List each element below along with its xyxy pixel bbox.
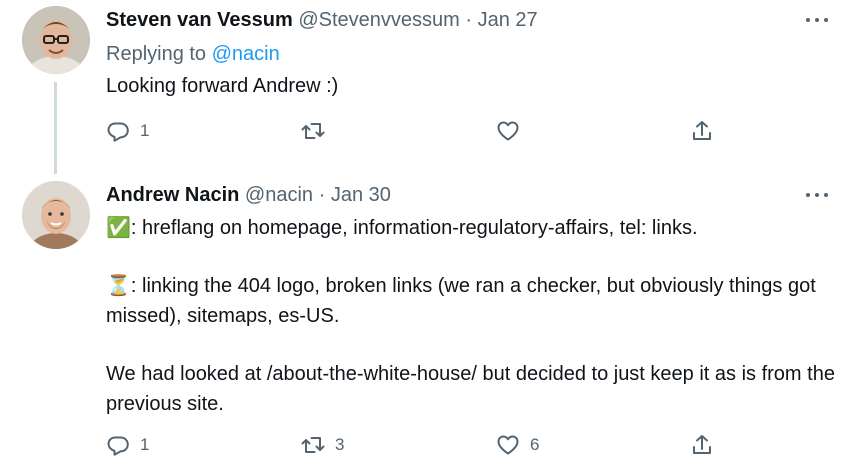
tweet-date[interactable]: Jan 27	[478, 9, 538, 31]
reply-button[interactable]: 1	[106, 118, 149, 144]
like-icon	[497, 435, 519, 455]
avatar-andrew[interactable]	[22, 181, 90, 249]
tweet-header: Steven van Vessum @Stevenvvessum · Jan 2…	[106, 7, 538, 33]
author-name[interactable]: Steven van Vessum	[106, 9, 293, 31]
more-icon[interactable]	[806, 191, 830, 199]
reply-count: 1	[140, 435, 150, 454]
tweet-actions: 1	[106, 118, 726, 144]
tweet-actions: 1 3 6	[106, 432, 726, 458]
avatar-steven[interactable]	[22, 6, 90, 74]
tweet-andrew[interactable]: Andrew Nacin @nacin · Jan 30 ✅: hreflang…	[0, 175, 856, 475]
reply-icon	[107, 436, 129, 456]
reply-count: 1	[140, 121, 150, 140]
author-name[interactable]: Andrew Nacin	[106, 184, 239, 206]
author-handle[interactable]: @Stevenvvessum	[298, 9, 459, 31]
retweet-icon	[301, 437, 325, 453]
tweet-text-line-1: ✅: hreflang on homepage, information-reg…	[106, 213, 836, 243]
retweet-count: 3	[335, 435, 345, 454]
tweet-date[interactable]: Jan 30	[331, 184, 391, 206]
tweet-text-line-2: ⏳: linking the 404 logo, broken links (w…	[106, 271, 836, 331]
tweet-text: ✅: hreflang on homepage, information-reg…	[106, 213, 836, 419]
hourglass-emoji-icon: ⏳	[106, 275, 131, 297]
tweet-text-line: Looking forward Andrew :)	[106, 75, 339, 97]
tweet-text-segment: : linking the 404 logo, broken links (we…	[106, 275, 816, 327]
like-count: 6	[530, 435, 540, 454]
separator: ·	[465, 9, 473, 31]
tweet-text: Looking forward Andrew :)	[106, 71, 836, 101]
more-icon[interactable]	[806, 16, 830, 24]
replying-to-handle[interactable]: @nacin	[212, 43, 280, 65]
tweet-text-line-3: We had looked at /about-the-white-house/…	[106, 363, 835, 415]
reply-icon	[107, 122, 129, 142]
tweet-steven[interactable]: Steven van Vessum @Stevenvvessum · Jan 2…	[0, 0, 856, 175]
like-button[interactable]: 6	[496, 432, 539, 458]
separator: ·	[318, 184, 326, 206]
like-icon	[497, 121, 519, 141]
reply-button[interactable]: 1	[106, 432, 149, 458]
share-button[interactable]	[690, 432, 714, 458]
share-button[interactable]	[690, 118, 714, 144]
thread-line	[54, 82, 57, 174]
share-icon	[693, 121, 711, 140]
like-button[interactable]	[496, 118, 530, 144]
retweet-button[interactable]	[301, 118, 335, 144]
author-handle[interactable]: @nacin	[245, 184, 313, 206]
tweet-header: Andrew Nacin @nacin · Jan 30	[106, 182, 391, 208]
check-emoji-icon: ✅	[106, 217, 131, 239]
replying-to-label: Replying to	[106, 43, 207, 65]
retweet-icon	[301, 123, 325, 139]
tweet-text-segment: : hreflang on homepage, information-regu…	[130, 217, 698, 239]
retweet-button[interactable]: 3	[301, 432, 344, 458]
share-icon	[693, 435, 711, 454]
replying-to: Replying to @nacin	[106, 41, 280, 67]
